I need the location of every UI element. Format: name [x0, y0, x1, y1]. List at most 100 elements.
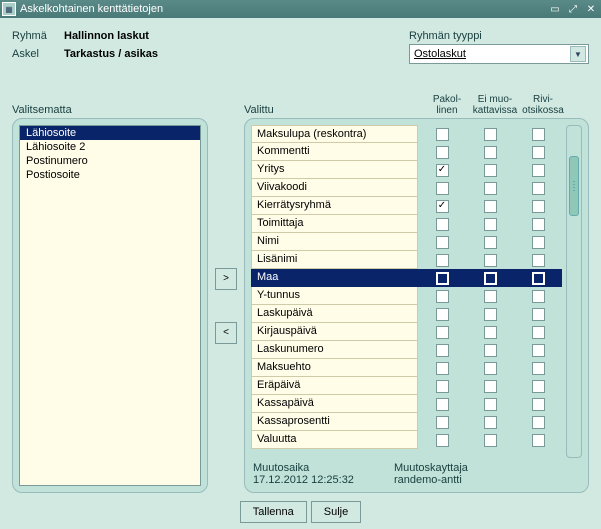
move-left-button[interactable]: < — [215, 322, 237, 344]
scrollbar[interactable] — [566, 125, 582, 458]
checkbox[interactable] — [532, 164, 545, 177]
checkbox[interactable] — [484, 380, 497, 393]
checkbox[interactable] — [532, 146, 545, 159]
checkbox-cell — [418, 269, 466, 287]
table-row[interactable]: Kassapäivä — [251, 395, 562, 413]
list-item[interactable]: Lähiosoite — [20, 126, 200, 140]
table-row[interactable]: Kirjauspäivä — [251, 323, 562, 341]
table-row[interactable]: Toimittaja — [251, 215, 562, 233]
checkbox[interactable] — [532, 416, 545, 429]
checkbox-cell — [466, 395, 514, 413]
step-label: Askel — [12, 48, 58, 60]
checkbox[interactable] — [484, 218, 497, 231]
checkbox[interactable] — [532, 182, 545, 195]
table-row[interactable]: Maksulupa (reskontra) — [251, 125, 562, 143]
list-item[interactable]: Postiosoite — [20, 168, 200, 182]
checkbox[interactable] — [484, 164, 497, 177]
checkbox[interactable] — [436, 272, 449, 285]
table-row[interactable]: Kassaprosentti — [251, 413, 562, 431]
table-row[interactable]: Maksuehto — [251, 359, 562, 377]
table-row[interactable]: Laskunumero — [251, 341, 562, 359]
checkbox[interactable] — [484, 416, 497, 429]
checkbox-cell — [466, 143, 514, 161]
checkbox[interactable] — [436, 344, 449, 357]
restore-button[interactable]: ⤢ — [565, 2, 581, 16]
list-item[interactable]: Lähiosoite 2 — [20, 140, 200, 154]
row-label: Viivakoodi — [251, 179, 418, 197]
checkbox[interactable]: ✓ — [436, 164, 449, 177]
checkbox[interactable] — [532, 344, 545, 357]
checkbox[interactable] — [532, 434, 545, 447]
checkbox[interactable] — [484, 398, 497, 411]
table-row[interactable]: Maa — [251, 269, 562, 287]
checkbox-cell — [418, 377, 466, 395]
table-row[interactable]: Valuutta — [251, 431, 562, 449]
table-row[interactable]: Yritys✓ — [251, 161, 562, 179]
checkbox[interactable] — [436, 416, 449, 429]
checkbox[interactable]: ✓ — [436, 200, 449, 213]
table-row[interactable]: Nimi — [251, 233, 562, 251]
checkbox[interactable] — [484, 182, 497, 195]
checkbox-cell — [466, 251, 514, 269]
checkbox-cell — [418, 179, 466, 197]
table-row[interactable]: Kierrätysryhmä✓ — [251, 197, 562, 215]
checkbox[interactable] — [436, 398, 449, 411]
close-window-button[interactable]: ✕ — [583, 2, 599, 16]
checkbox[interactable] — [484, 236, 497, 249]
table-row[interactable]: Kommentti — [251, 143, 562, 161]
checkbox[interactable] — [436, 236, 449, 249]
save-button[interactable]: Tallenna — [240, 501, 307, 523]
checkbox[interactable] — [484, 434, 497, 447]
move-right-button[interactable]: > — [215, 268, 237, 290]
table-row[interactable]: Lisänimi — [251, 251, 562, 269]
checkbox[interactable] — [532, 380, 545, 393]
minimize-button[interactable]: ▭ — [547, 2, 563, 16]
checkbox[interactable] — [532, 362, 545, 375]
checkbox[interactable] — [532, 308, 545, 321]
checkbox[interactable] — [532, 128, 545, 141]
list-item[interactable]: Postinumero — [20, 154, 200, 168]
checkbox[interactable] — [484, 362, 497, 375]
table-row[interactable]: Y-tunnus — [251, 287, 562, 305]
checkbox[interactable] — [436, 218, 449, 231]
checkbox[interactable] — [532, 398, 545, 411]
selected-grid[interactable]: Maksulupa (reskontra)KommenttiYritys✓Vii… — [251, 125, 562, 458]
checkbox[interactable] — [436, 434, 449, 447]
table-row[interactable]: Eräpäivä — [251, 377, 562, 395]
checkbox[interactable] — [484, 344, 497, 357]
table-row[interactable]: Viivakoodi — [251, 179, 562, 197]
checkbox[interactable] — [484, 254, 497, 267]
checkbox[interactable] — [532, 290, 545, 303]
checkbox[interactable] — [532, 200, 545, 213]
scrollbar-thumb[interactable] — [569, 156, 579, 216]
checkbox[interactable] — [532, 272, 545, 285]
checkbox[interactable] — [436, 128, 449, 141]
checkbox[interactable] — [532, 254, 545, 267]
checkbox[interactable] — [436, 290, 449, 303]
checkbox[interactable] — [484, 290, 497, 303]
checkbox[interactable] — [436, 362, 449, 375]
checkbox-cell — [514, 197, 562, 215]
checkbox[interactable] — [436, 254, 449, 267]
close-button[interactable]: Sulje — [311, 501, 361, 523]
table-row[interactable]: Laskupäivä — [251, 305, 562, 323]
checkbox[interactable] — [484, 128, 497, 141]
checkbox[interactable] — [436, 380, 449, 393]
checkbox-cell — [418, 215, 466, 233]
row-label: Lisänimi — [251, 251, 418, 269]
checkbox[interactable] — [532, 326, 545, 339]
checkbox[interactable] — [532, 218, 545, 231]
checkbox[interactable] — [484, 272, 497, 285]
checkbox[interactable] — [532, 236, 545, 249]
checkbox[interactable] — [484, 326, 497, 339]
unselected-listbox[interactable]: LähiosoiteLähiosoite 2PostinumeroPostios… — [19, 125, 201, 486]
checkbox[interactable] — [436, 308, 449, 321]
checkbox[interactable] — [436, 146, 449, 159]
checkbox[interactable] — [436, 326, 449, 339]
checkbox[interactable] — [484, 308, 497, 321]
group-type-combo[interactable]: Ostolaskut ▼ — [409, 44, 589, 64]
checkbox[interactable] — [484, 200, 497, 213]
checkbox[interactable] — [484, 146, 497, 159]
titlebar: ▦ Askelkohtainen kenttätietojen ▭ ⤢ ✕ — [0, 0, 601, 18]
checkbox[interactable] — [436, 182, 449, 195]
